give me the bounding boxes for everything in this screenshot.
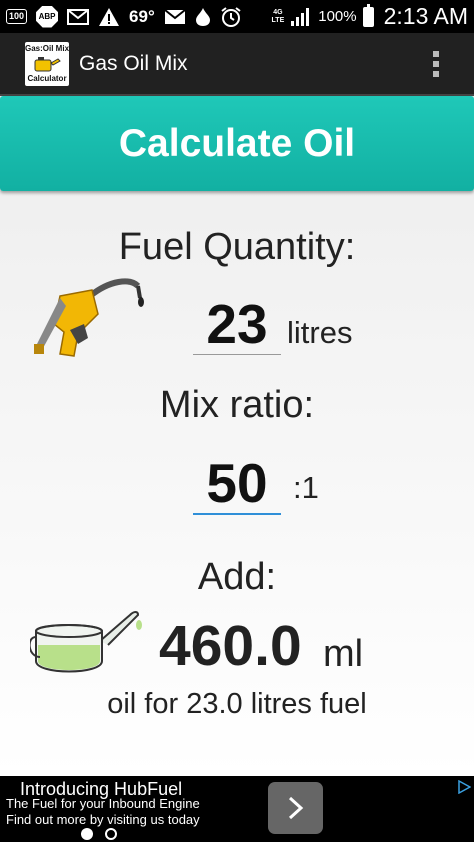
fire-drop-icon [195,7,210,26]
action-bar: Gas:Oil Mix Calculator Gas Oil Mix [0,33,474,96]
ad-line-2: Find out more by visiting us today [6,812,200,827]
status-notifications: 100 ABP 69° [6,5,272,28]
fuel-nozzle-icon [34,278,144,357]
status-bar: 100 ABP 69° 4G LTE 100% 2:13 AM [0,0,474,33]
fuel-can-icon [34,56,61,71]
result-description: oil for 23.0 litres fuel [107,688,367,720]
signal-icon [291,7,310,26]
adblock-icon: ABP [36,5,59,28]
clock: 2:13 AM [383,3,468,29]
app-logo-line2: Calculator [27,73,67,83]
overflow-menu-button[interactable] [416,39,456,89]
network-type-icon: 4G LTE [271,8,285,24]
overflow-dot [433,50,439,57]
oil-unit-label: ml [323,633,364,675]
pager-dot-inactive [105,828,117,840]
ad-info-icon [458,780,471,794]
ad-choices-icon[interactable] [456,780,472,794]
app-logo-line1: Gas:Oil Mix [25,43,70,53]
ad-open-button[interactable] [268,782,323,834]
battery-percent: 100% [318,8,357,25]
ad-banner[interactable]: Introducing HubFuel The Fuel for your In… [0,776,474,842]
app-logo: Gas:Oil Mix Calculator [25,41,70,86]
overflow-dot [433,70,439,77]
app-title: Gas Oil Mix [79,51,188,75]
oil-amount-value: 460.0 [159,614,302,678]
oil-can-icon [30,611,142,673]
main-content: Calculate Oil Fuel Quantity: 23 litres M… [0,96,474,776]
status-system: 4G LTE 100% 2:13 AM [272,3,468,30]
fuel-quantity-label: Fuel Quantity: [118,226,356,268]
mix-ratio-suffix: :1 [293,470,319,505]
ad-pager [81,828,117,840]
weather-temperature: 69° [129,6,155,26]
email-icon [164,8,186,24]
fuel-unit-label: litres [287,315,353,350]
notification-count-badge: 100 [6,9,28,24]
pager-dot-active [81,828,93,840]
alarm-icon [221,6,241,27]
mix-ratio-input[interactable]: 50 [193,451,281,515]
calculate-oil-button[interactable]: Calculate Oil [0,96,474,191]
ad-line-1: The Fuel for your Inbound Engine [6,796,200,811]
warning-icon [99,7,120,26]
add-label: Add: [197,556,277,598]
chevron-right-icon [288,796,303,820]
battery-icon [362,3,374,27]
overflow-dot [433,60,439,67]
mix-ratio-label: Mix ratio: [159,384,315,426]
gmail-icon [67,8,90,25]
fuel-quantity-input[interactable]: 23 [193,292,281,355]
